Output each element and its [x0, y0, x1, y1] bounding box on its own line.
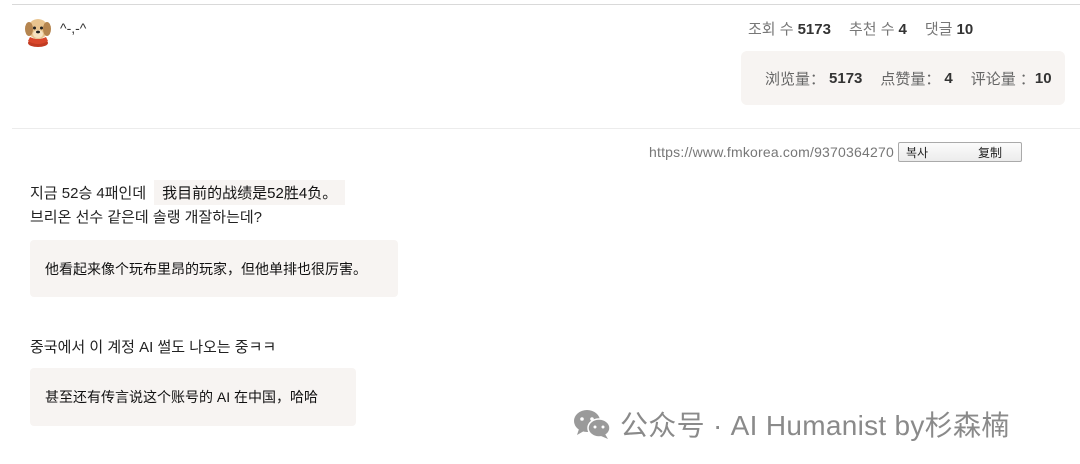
content-line-1: 지금 52승 4패인데 我目前的战绩是52胜4负。	[30, 180, 346, 205]
stat-recommends: 추천 수4	[848, 21, 907, 38]
content-line-2: 브리온 선수 같은데 솔랭 개잘하는데?	[30, 209, 263, 226]
stat-likes-zh-label: 点赞量：	[880, 70, 941, 88]
line-1-korean: 지금 52승 4패인데	[30, 185, 147, 202]
stat-comments-zh-value: 10	[1034, 69, 1052, 87]
watermark: 公众号 · AI Humanist by杉森楠	[572, 404, 1010, 444]
post-author[interactable]: ^-,-^	[22, 15, 86, 47]
copy-label-zh: 复制	[977, 145, 1002, 160]
copy-label-ko: 복사	[905, 145, 929, 160]
puppy-avatar-icon	[25, 19, 51, 47]
line-3-translation: 甚至还有传言说这个账号的 AI 在中国，哈哈	[30, 368, 356, 426]
stat-views-zh-value: 5173	[829, 69, 863, 87]
content-line-3: 중국에서 이 계정 AI 썰도 나오는 중ㅋㅋ	[30, 339, 277, 356]
stat-comments-zh-label: 评论量 ：	[970, 70, 1035, 88]
author-name[interactable]: ^-,-^	[60, 20, 86, 36]
stat-views-zh-label: 浏览量：	[765, 70, 826, 88]
post-stats-korean: 조회 수 5173 추천 수4 댓글 10	[748, 18, 973, 39]
post-url[interactable]: https://www.fmkorea.com/9370364270	[649, 144, 894, 160]
content-divider	[12, 128, 1080, 129]
post-url-row: https://www.fmkorea.com/9370364270 복사 复制	[649, 142, 1022, 162]
stat-comments: 댓글 10	[924, 21, 974, 38]
top-divider	[12, 4, 1080, 5]
copy-url-button[interactable]: 복사 复制	[897, 142, 1022, 162]
post-stats-chinese: 浏览量： 5173 点赞量： 4 评论量 ： 10	[741, 51, 1065, 105]
stat-views: 조회 수 5173	[748, 21, 831, 38]
line-1-translation: 我目前的战绩是52胜4负。	[154, 180, 346, 205]
wechat-icon	[574, 410, 611, 439]
stat-likes-zh-value: 4	[944, 69, 953, 87]
watermark-text: 公众号 · AI Humanist by杉森楠	[620, 410, 1010, 441]
line-2-translation: 他看起来像个玩布里昂的玩家，但他单排也很厉害。	[30, 240, 398, 297]
